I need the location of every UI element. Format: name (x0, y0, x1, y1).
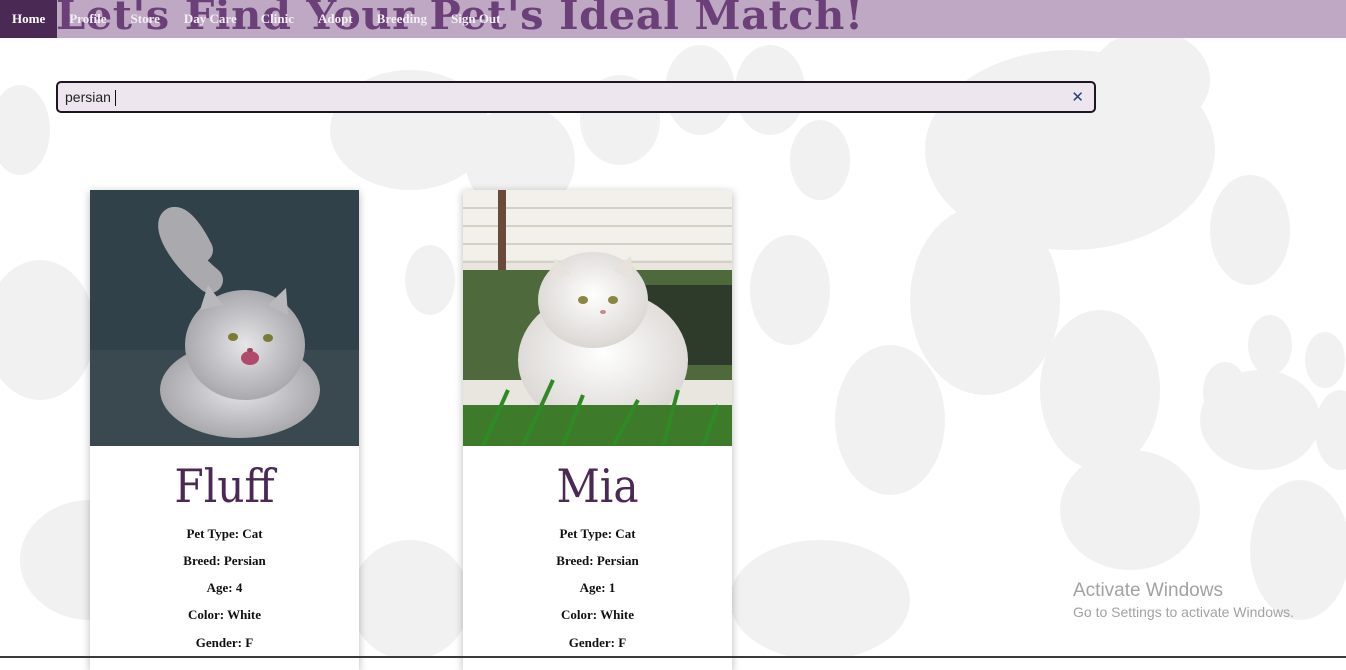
search-bar: ✕ (56, 81, 1096, 113)
activate-windows-watermark: Activate Windows Go to Settings to activ… (1073, 580, 1294, 622)
pet-age: Age: 4 (206, 580, 243, 595)
pet-gender: Gender: F (568, 635, 627, 650)
pet-type: Pet Type: Cat (559, 526, 636, 541)
nav-links: Home Profile Store Day Care Clinic Adopt… (0, 0, 513, 38)
watermark-subtitle: Go to Settings to activate Windows. (1073, 604, 1294, 620)
nav-clinic-link[interactable]: Clinic (249, 0, 306, 38)
nav-sign-out-link[interactable]: Sign Out (439, 0, 513, 38)
nav-profile-link[interactable]: Profile (57, 0, 118, 38)
pet-card[interactable]: Mia Pet Type: Cat Breed: Persian Age: 1 … (463, 190, 732, 670)
pet-name: Mia (556, 459, 639, 513)
text-caret (115, 90, 116, 106)
pet-breed: Breed: Persian (183, 553, 266, 568)
pet-age: Age: 1 (579, 580, 616, 595)
watermark-title: Activate Windows (1073, 580, 1223, 601)
pet-photo (90, 190, 359, 446)
pet-photo (463, 190, 732, 446)
pet-name: Fluff (174, 459, 275, 513)
navbar: Let's Find Your Pet's Ideal Match! Home … (0, 0, 1346, 38)
nav-store-link[interactable]: Store (119, 0, 172, 38)
nav-day-care-link[interactable]: Day Care (172, 0, 249, 38)
nav-home-link[interactable]: Home (0, 0, 58, 38)
nav-breeding-link[interactable]: Breeding (365, 0, 439, 38)
nav-adopt-link[interactable]: Adopt (306, 0, 365, 38)
close-icon[interactable]: ✕ (1071, 89, 1084, 105)
search-input[interactable] (65, 83, 1055, 111)
pet-color: Color: White (560, 607, 635, 622)
pet-gender: Gender: F (195, 635, 254, 650)
pet-card[interactable]: Fluff Pet Type: Cat Breed: Persian Age: … (90, 190, 359, 670)
pet-color: Color: White (187, 607, 262, 622)
pet-breed: Breed: Persian (556, 553, 639, 568)
pet-type: Pet Type: Cat (186, 526, 263, 541)
